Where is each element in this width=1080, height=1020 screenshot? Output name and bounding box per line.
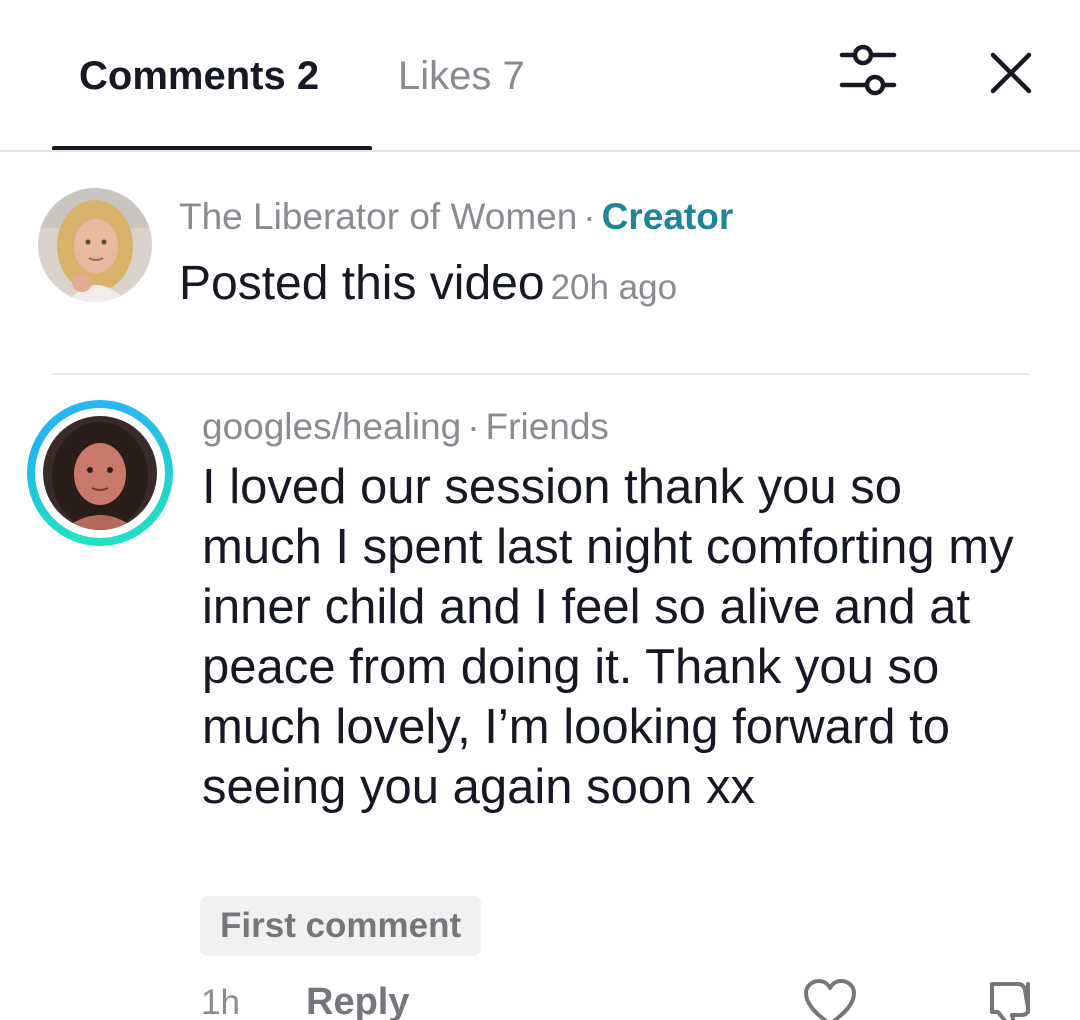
comment-time: 1h	[201, 983, 240, 1020]
avatar-ring-gap	[35, 408, 165, 538]
thumbs-down-icon	[990, 982, 1031, 1020]
separator-dot: ·	[583, 196, 596, 237]
commenter-avatar-image	[43, 416, 157, 530]
close-button[interactable]	[980, 42, 1042, 104]
creator-post-row: The Liberator of Women · Creator Posted th…	[0, 185, 1080, 315]
filter-button[interactable]	[832, 38, 904, 104]
creator-post-line: Posted this video 20h ago	[179, 257, 677, 311]
creator-badge: Creator	[601, 196, 734, 237]
relation-label: Friends	[485, 406, 609, 447]
like-button[interactable]	[802, 978, 858, 1020]
comments-panel: Comments 2 Likes 7 The Liberator of Wome…	[0, 0, 1080, 1020]
comment-text: I loved our session thank you so much I …	[202, 460, 1014, 814]
sliders-icon	[839, 44, 897, 96]
creator-avatar[interactable]	[38, 188, 152, 302]
creator-avatar-image	[38, 188, 152, 302]
first-comment-badge: First comment	[200, 896, 482, 956]
commenter-username[interactable]: googles/healing	[202, 406, 461, 447]
comment-header: googles/healing · Friends	[202, 404, 609, 450]
posted-time: 20h ago	[550, 268, 678, 307]
row-divider	[52, 373, 1029, 375]
posted-text: Posted this video	[179, 257, 545, 310]
close-icon	[990, 52, 1032, 94]
tab-likes[interactable]: Likes 7	[398, 52, 525, 100]
creator-name[interactable]: The Liberator of Women	[179, 196, 577, 237]
commenter-avatar-ring[interactable]	[27, 400, 173, 546]
comment-item: googles/healing · Friends I loved our sess…	[0, 395, 1080, 1020]
heart-icon	[804, 979, 856, 1020]
commenter-avatar	[43, 416, 157, 530]
separator-dot: ·	[467, 406, 480, 447]
creator-name-line: The Liberator of Women · Creator	[179, 195, 733, 239]
header-divider	[0, 150, 1080, 152]
tab-comments[interactable]: Comments 2	[79, 52, 319, 100]
dislike-button[interactable]	[984, 978, 1040, 1020]
reply-button[interactable]: Reply	[306, 978, 409, 1020]
tabs-header: Comments 2 Likes 7	[0, 0, 1080, 152]
